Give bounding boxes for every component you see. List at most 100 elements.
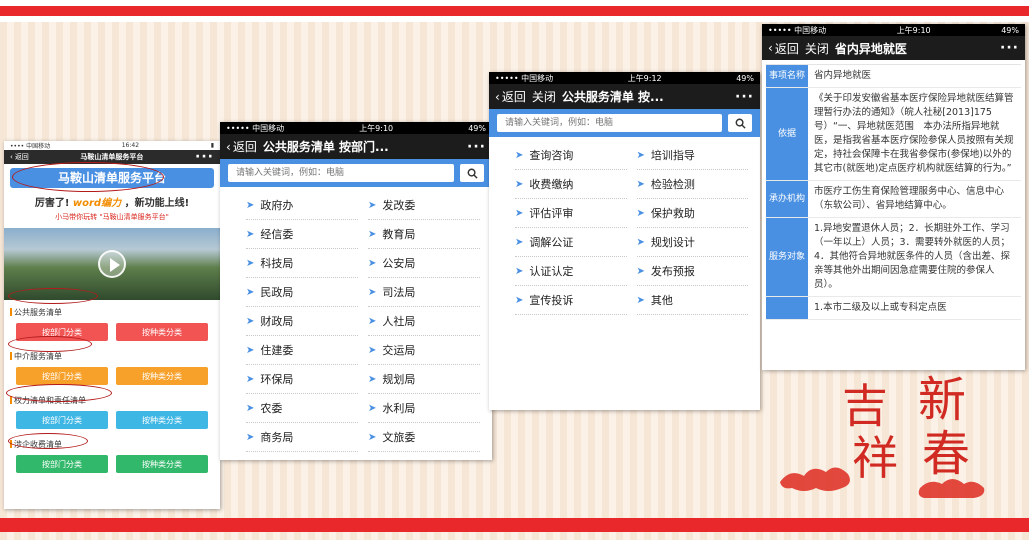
arrow-right-icon: ➤ bbox=[636, 294, 645, 306]
grid-item-label: 公安局 bbox=[382, 257, 416, 270]
play-icon[interactable] bbox=[98, 250, 126, 278]
back-button[interactable]: ‹ 返回 bbox=[226, 138, 257, 155]
by-type-button[interactable]: 按种类分类 bbox=[116, 455, 208, 473]
grid-item[interactable]: ➤ 交运局 bbox=[368, 336, 480, 365]
battery-text: 49% bbox=[1001, 25, 1019, 35]
grid-item[interactable]: ➤ 检验检测 bbox=[636, 170, 748, 199]
carrier-text: ••••• 中国移动 bbox=[226, 123, 285, 133]
by-department-button[interactable]: 按部门分类 bbox=[16, 455, 108, 473]
grid-item[interactable]: ➤ 农委 bbox=[246, 394, 358, 423]
grid-item[interactable]: ➤ 规划局 bbox=[368, 365, 480, 394]
arrow-right-icon: ➤ bbox=[515, 236, 524, 248]
search-input[interactable] bbox=[497, 114, 722, 132]
detail-label bbox=[766, 297, 808, 319]
battery-icon: ▮ bbox=[210, 142, 214, 149]
grid-item[interactable]: ➤ 财政局 bbox=[246, 307, 358, 336]
arrow-right-icon: ➤ bbox=[636, 178, 645, 190]
grid-item[interactable]: ➤ 民政局 bbox=[246, 278, 358, 307]
close-button[interactable]: 关闭 bbox=[532, 88, 556, 105]
new-year-decoration: 吉 祥 新 春 bbox=[780, 372, 985, 498]
more-icon[interactable]: ··· bbox=[195, 149, 214, 165]
search-button[interactable] bbox=[460, 164, 484, 182]
grid-item-label: 规划局 bbox=[382, 373, 416, 386]
decoration-char: 祥 bbox=[852, 431, 898, 485]
grid-item[interactable]: ➤ 认证认定 bbox=[515, 257, 627, 286]
status-bar: ••••• 中国移动 上午9:10 49% bbox=[762, 24, 1025, 36]
battery-text: 49% bbox=[468, 123, 486, 133]
chevron-left-icon: ‹ bbox=[495, 89, 500, 104]
grid-item[interactable]: ➤ 发布预报 bbox=[636, 257, 748, 286]
grid-item[interactable]: ➤ 培训指导 bbox=[636, 141, 748, 170]
more-icon[interactable]: ··· bbox=[1000, 40, 1019, 56]
arrow-right-icon: ➤ bbox=[246, 315, 255, 327]
nav-title: 马鞍山清单服务平台 bbox=[80, 153, 144, 161]
more-icon[interactable]: ··· bbox=[735, 89, 754, 105]
detail-label: 事项名称 bbox=[766, 65, 808, 87]
status-bar: •••• 中国移动 16:42 ▮ bbox=[4, 141, 220, 150]
carrier-text: •••• 中国移动 bbox=[10, 143, 51, 150]
by-type-button[interactable]: 按种类分类 bbox=[116, 367, 208, 385]
grid-item[interactable]: ➤ 经信委 bbox=[246, 220, 358, 249]
search-button[interactable] bbox=[728, 114, 752, 132]
grid-item[interactable]: ➤ 人社局 bbox=[368, 307, 480, 336]
grid-item[interactable]: ➤ 公安局 bbox=[368, 249, 480, 278]
arrow-right-icon: ➤ bbox=[246, 257, 255, 269]
grid-item-label: 其他 bbox=[650, 294, 673, 307]
grid-item[interactable]: ➤ 教育局 bbox=[368, 220, 480, 249]
grid-item-label: 文旅委 bbox=[382, 431, 416, 444]
grid-item-label: 司法局 bbox=[382, 286, 416, 299]
grid-item[interactable]: ➤ 收费缴纳 bbox=[515, 170, 627, 199]
grid-item[interactable]: ➤ 宣传投诉 bbox=[515, 286, 627, 315]
search-bar bbox=[220, 159, 492, 187]
arrow-right-icon: ➤ bbox=[515, 149, 524, 161]
grid-item-label: 水利局 bbox=[382, 402, 416, 415]
by-type-button[interactable]: 按种类分类 bbox=[116, 323, 208, 341]
arrow-right-icon: ➤ bbox=[368, 257, 377, 269]
grid-item-label: 查询咨询 bbox=[529, 149, 574, 162]
grid-item[interactable]: ➤ 调解公证 bbox=[515, 228, 627, 257]
grid-item[interactable]: ➤ 司法局 bbox=[368, 278, 480, 307]
grid-item[interactable]: ➤ 查询咨询 bbox=[515, 141, 627, 170]
nav-title: 省内异地就医 bbox=[834, 41, 907, 56]
grid-item-label: 评估评审 bbox=[529, 207, 574, 220]
grid-item-label: 人社局 bbox=[382, 315, 416, 328]
grid-item[interactable]: ➤ 住建委 bbox=[246, 336, 358, 365]
annotation-oval bbox=[8, 336, 92, 352]
arrow-right-icon: ➤ bbox=[515, 265, 524, 277]
search-input[interactable] bbox=[228, 164, 454, 182]
grid-item[interactable]: ➤ 规划设计 bbox=[636, 228, 748, 257]
grid-item[interactable]: ➤ 评估评审 bbox=[515, 199, 627, 228]
grid-item-label: 农委 bbox=[260, 402, 283, 415]
promo-headline: 厉害了! word编力 ，新功能上线! bbox=[34, 198, 190, 209]
section-title: 公共服务清单 bbox=[4, 305, 220, 320]
grid-item[interactable]: ➤ 保护救助 bbox=[636, 199, 748, 228]
detail-value: 1.异地安置退休人员；2．长期驻外工作、学习（一年以上）人员；3．需要转外就医的… bbox=[814, 223, 1011, 290]
by-department-button[interactable]: 按部门分类 bbox=[16, 411, 108, 429]
by-type-button[interactable]: 按种类分类 bbox=[116, 411, 208, 429]
grid-item[interactable]: ➤ 文旅委 bbox=[368, 423, 480, 452]
grid-item-label: 财政局 bbox=[260, 315, 294, 328]
detail-value: 市医疗工伤生育保险管理服务中心、信息中心（东软公司）、省异地结算中心。 bbox=[814, 186, 1005, 211]
grid-item[interactable]: ➤ 商务局 bbox=[246, 423, 358, 452]
chevron-left-icon: ‹ bbox=[10, 153, 13, 161]
grid-item[interactable]: ➤ 水利局 bbox=[368, 394, 480, 423]
carrier-text: ••••• 中国移动 bbox=[768, 25, 827, 35]
grid-item-label: 政府办 bbox=[260, 199, 294, 212]
grid-item[interactable]: ➤ 发改委 bbox=[368, 191, 480, 220]
by-department-button[interactable]: 按部门分类 bbox=[16, 367, 108, 385]
search-icon bbox=[467, 168, 478, 179]
grid-item[interactable]: ➤ 科技局 bbox=[246, 249, 358, 278]
grid-item[interactable]: ➤ 环保局 bbox=[246, 365, 358, 394]
time-text: 16:42 bbox=[121, 142, 140, 149]
arrow-right-icon: ➤ bbox=[368, 402, 377, 414]
back-button[interactable]: ‹ 返回 bbox=[10, 152, 29, 162]
close-button[interactable]: 关闭 bbox=[805, 40, 829, 57]
grid-item[interactable]: ➤ 其他 bbox=[636, 286, 748, 315]
detail-table: 事项名称 省内异地就医 依据 《关于印发安徽省基本医疗保险异地就医结算管理暂行办法的通… bbox=[766, 64, 1021, 320]
more-icon[interactable]: ··· bbox=[467, 139, 486, 155]
cloud-shape bbox=[780, 467, 850, 491]
arrow-right-icon: ➤ bbox=[368, 431, 377, 443]
grid-item[interactable]: ➤ 政府办 bbox=[246, 191, 358, 220]
back-button[interactable]: ‹ 返回 bbox=[768, 40, 799, 57]
back-button[interactable]: ‹ 返回 bbox=[495, 88, 526, 105]
